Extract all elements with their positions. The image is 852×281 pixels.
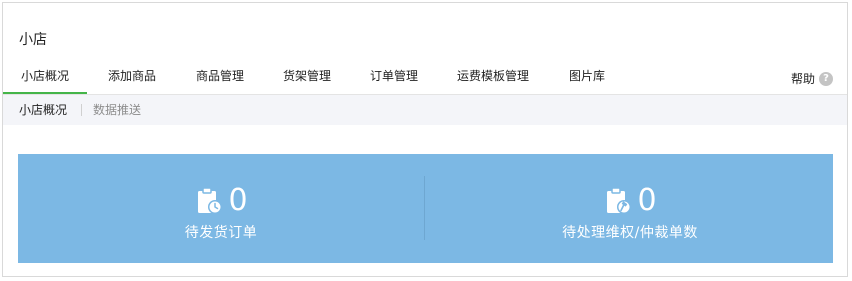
help-link[interactable]: 帮助 ? bbox=[791, 70, 833, 87]
sub-tab-bar: 小店概况 数据推送 bbox=[3, 95, 847, 125]
question-icon: ? bbox=[819, 71, 833, 86]
page-title: 小店 bbox=[19, 32, 47, 48]
tab-add-product[interactable]: 添加商品 bbox=[101, 61, 163, 94]
subtab-divider bbox=[81, 104, 82, 116]
tab-shelf-management[interactable]: 货架管理 bbox=[276, 61, 338, 94]
tab-shipping-template-management[interactable]: 运费模板管理 bbox=[451, 61, 535, 94]
stat-label: 待处理维权/仲裁单数 bbox=[562, 225, 698, 241]
tab-image-library[interactable]: 图片库 bbox=[563, 61, 611, 94]
tab-product-management[interactable]: 商品管理 bbox=[189, 61, 251, 94]
stats-panel: 0 待发货订单 0 待处理维权/仲裁单数 bbox=[18, 154, 833, 263]
tab-order-management[interactable]: 订单管理 bbox=[363, 61, 425, 94]
stat-divider bbox=[424, 176, 425, 240]
subtab-data-push[interactable]: 数据推送 bbox=[93, 95, 141, 125]
clipboard-clock-icon bbox=[198, 187, 223, 214]
stat-pending-shipment[interactable]: 0 待发货订单 bbox=[18, 154, 424, 263]
stat-count: 0 bbox=[637, 183, 657, 218]
store-window: 小店 小店概况 添加商品 商品管理 货架管理 订单管理 运费模板管理 图片库 帮… bbox=[2, 2, 848, 277]
stat-count: 0 bbox=[228, 183, 248, 218]
main-tab-bar: 小店概况 添加商品 商品管理 货架管理 订单管理 运费模板管理 图片库 帮助 ? bbox=[3, 61, 847, 95]
stat-label: 待发货订单 bbox=[184, 225, 258, 241]
tab-store-overview[interactable]: 小店概况 bbox=[3, 61, 87, 94]
clipboard-gavel-icon bbox=[607, 187, 632, 214]
subtab-store-overview[interactable]: 小店概况 bbox=[19, 95, 67, 125]
help-label: 帮助 bbox=[790, 72, 815, 86]
stat-pending-disputes[interactable]: 0 待处理维权/仲裁单数 bbox=[427, 154, 833, 263]
